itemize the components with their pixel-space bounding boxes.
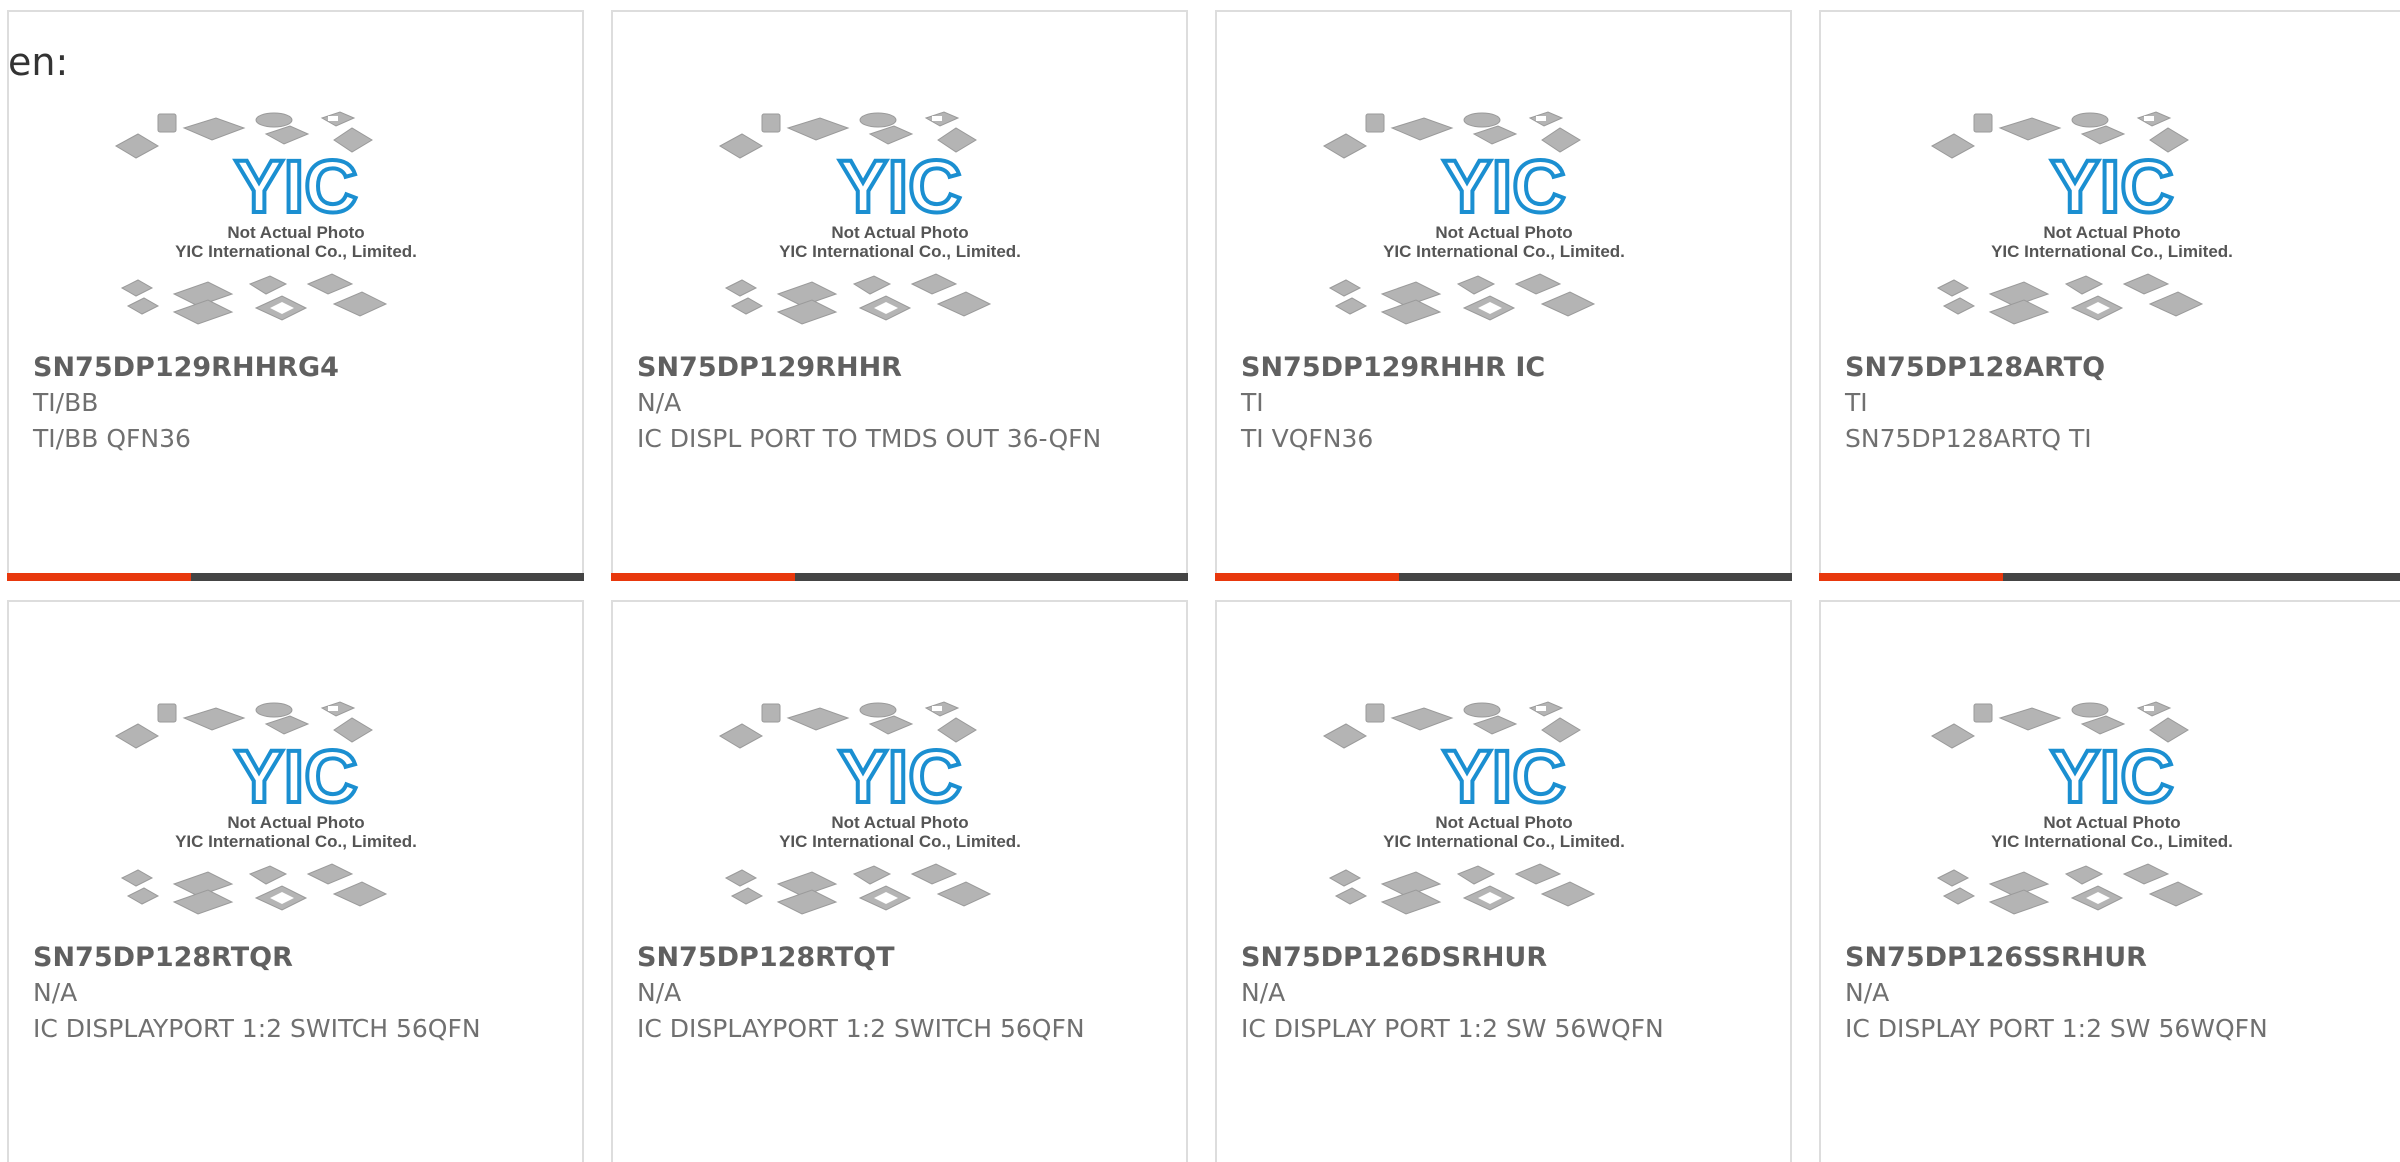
- card-bottom-bar: [1819, 573, 2400, 581]
- part-description: SN75DP128ARTQ TI: [1845, 424, 2092, 453]
- part-description: IC DISPLAY PORT 1:2 SW 56WQFN: [1241, 1014, 1664, 1043]
- product-card-1[interactable]: YIC Not Actual Photo YIC International C…: [7, 10, 584, 581]
- caption-line-1: Not Actual Photo: [831, 813, 968, 832]
- yic-logo-text: YIC: [234, 145, 357, 228]
- part-number[interactable]: SN75DP126DSRHUR: [1241, 942, 1547, 973]
- caption-line-2: YIC International Co., Limited.: [175, 242, 417, 261]
- caption-line-1: Not Actual Photo: [831, 223, 968, 242]
- yic-logo-text: YIC: [1442, 735, 1565, 818]
- yic-logo-text: YIC: [2050, 145, 2173, 228]
- product-thumbnail: YIC Not Actual Photo YIC International C…: [613, 688, 1186, 938]
- part-brand: N/A: [637, 388, 682, 417]
- part-number[interactable]: SN75DP126SSRHUR: [1845, 942, 2147, 973]
- part-description: IC DISPL PORT TO TMDS OUT 36-QFN: [637, 424, 1102, 453]
- caption-line-2: YIC International Co., Limited.: [1383, 832, 1625, 851]
- product-card-4[interactable]: YIC Not Actual Photo YIC International C…: [1819, 10, 2400, 581]
- product-card-8[interactable]: YIC Not Actual Photo YIC International C…: [1819, 600, 2400, 1162]
- caption-line-1: Not Actual Photo: [1435, 223, 1572, 242]
- caption-line-1: Not Actual Photo: [1435, 813, 1572, 832]
- part-number[interactable]: SN75DP129RHHRG4: [33, 352, 339, 383]
- product-thumbnail: YIC Not Actual Photo YIC International C…: [613, 98, 1186, 348]
- part-number[interactable]: SN75DP128RTQR: [33, 942, 293, 973]
- caption-line-1: Not Actual Photo: [2043, 813, 2180, 832]
- part-description: TI/BB QFN36: [33, 424, 191, 453]
- caption-line-1: Not Actual Photo: [227, 223, 364, 242]
- caption-line-1: Not Actual Photo: [227, 813, 364, 832]
- part-brand: N/A: [33, 978, 78, 1007]
- part-number[interactable]: SN75DP128ARTQ: [1845, 352, 2105, 383]
- caption-line-2: YIC International Co., Limited.: [1991, 832, 2233, 851]
- card-accent-bar: [611, 573, 795, 581]
- card-accent-bar: [7, 573, 191, 581]
- card-accent-bar: [1819, 573, 2003, 581]
- yic-logo-text: YIC: [838, 735, 961, 818]
- card-bottom-bar: [611, 573, 1188, 581]
- not-actual-photo-image: YIC Not Actual Photo YIC International C…: [1930, 701, 2233, 915]
- caption-line-2: YIC International Co., Limited.: [175, 832, 417, 851]
- not-actual-photo-image: YIC Not Actual Photo YIC International C…: [114, 701, 417, 915]
- caption-line-2: YIC International Co., Limited.: [779, 832, 1021, 851]
- product-thumbnail: YIC Not Actual Photo YIC International C…: [1821, 98, 2400, 348]
- not-actual-photo-image: YIC Not Actual Photo YIC International C…: [1930, 111, 2233, 325]
- card-accent-bar: [1215, 573, 1399, 581]
- language-label: en:: [8, 40, 69, 84]
- part-brand: N/A: [1241, 978, 1286, 1007]
- part-brand: TI: [1241, 388, 1264, 417]
- part-brand: N/A: [637, 978, 682, 1007]
- product-card-5[interactable]: YIC Not Actual Photo YIC International C…: [7, 600, 584, 1162]
- card-bottom-bar: [1215, 573, 1792, 581]
- product-thumbnail: YIC Not Actual Photo YIC International C…: [1821, 688, 2400, 938]
- caption-line-2: YIC International Co., Limited.: [779, 242, 1021, 261]
- yic-logo-text: YIC: [234, 735, 357, 818]
- part-brand: TI/BB: [33, 388, 99, 417]
- product-card-7[interactable]: YIC Not Actual Photo YIC International C…: [1215, 600, 1792, 1162]
- product-thumbnail: YIC Not Actual Photo YIC International C…: [1217, 98, 1790, 348]
- part-description: IC DISPLAYPORT 1:2 SWITCH 56QFN: [33, 1014, 481, 1043]
- part-description: TI VQFN36: [1241, 424, 1374, 453]
- part-description: IC DISPLAY PORT 1:2 SW 56WQFN: [1845, 1014, 2268, 1043]
- not-actual-photo-image: YIC Not Actual Photo YIC International C…: [1322, 111, 1625, 325]
- product-grid-page: en: YIC Not Actual Photo YIC Internation…: [0, 0, 2400, 1162]
- not-actual-photo-image: YIC Not Actual Photo YIC International C…: [1322, 701, 1625, 915]
- product-thumbnail: YIC Not Actual Photo YIC International C…: [9, 688, 582, 938]
- product-card-2[interactable]: YIC Not Actual Photo YIC International C…: [611, 10, 1188, 581]
- not-actual-photo-image: YIC Not Actual Photo YIC International C…: [718, 701, 1021, 915]
- part-brand: N/A: [1845, 978, 1890, 1007]
- yic-logo-text: YIC: [1442, 145, 1565, 228]
- product-thumbnail: YIC Not Actual Photo YIC International C…: [1217, 688, 1790, 938]
- part-description: IC DISPLAYPORT 1:2 SWITCH 56QFN: [637, 1014, 1085, 1043]
- part-number[interactable]: SN75DP129RHHR IC: [1241, 352, 1545, 383]
- part-number[interactable]: SN75DP129RHHR: [637, 352, 902, 383]
- caption-line-1: Not Actual Photo: [2043, 223, 2180, 242]
- part-brand: TI: [1845, 388, 1868, 417]
- yic-logo-text: YIC: [2050, 735, 2173, 818]
- part-number[interactable]: SN75DP128RTQT: [637, 942, 895, 973]
- caption-line-2: YIC International Co., Limited.: [1383, 242, 1625, 261]
- product-card-3[interactable]: YIC Not Actual Photo YIC International C…: [1215, 10, 1792, 581]
- product-thumbnail: YIC Not Actual Photo YIC International C…: [9, 98, 582, 348]
- caption-line-2: YIC International Co., Limited.: [1991, 242, 2233, 261]
- card-bottom-bar: [7, 573, 584, 581]
- yic-logo-text: YIC: [838, 145, 961, 228]
- not-actual-photo-image: YIC Not Actual Photo YIC International C…: [114, 111, 417, 325]
- not-actual-photo-image: YIC Not Actual Photo YIC International C…: [718, 111, 1021, 325]
- product-card-6[interactable]: YIC Not Actual Photo YIC International C…: [611, 600, 1188, 1162]
